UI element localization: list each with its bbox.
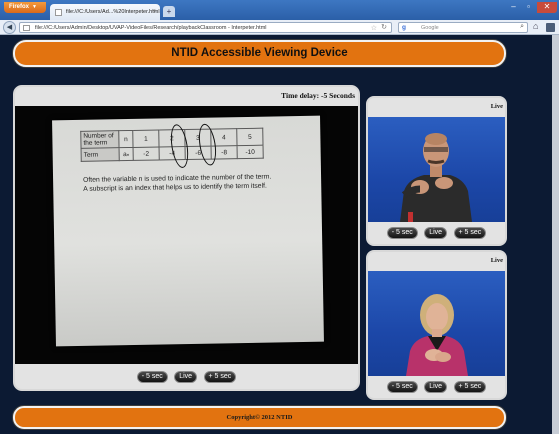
live-label: Live — [490, 103, 503, 110]
rewind-5-sec-button[interactable]: - 5 sec — [386, 227, 418, 239]
live-button[interactable]: Live — [424, 381, 448, 393]
browser-tab[interactable]: file:///C:/Users/Ad...%20Interpeter.html… — [50, 4, 160, 20]
table-cell: Term — [81, 147, 120, 162]
page-title: NTID Accessible Viewing Device — [13, 40, 506, 67]
tab-title: file:///C:/Users/Ad...%20Interpeter.html — [66, 9, 160, 15]
main-video-controls: - 5 sec Live + 5 sec — [15, 371, 358, 389]
search-icon[interactable]: ⌕ — [520, 23, 524, 31]
address-bar[interactable]: file:///C:/Users/Admin/Desktop/UVAP-Vide… — [19, 22, 392, 33]
table-cell: -2 — [133, 146, 160, 161]
interpreter-2-controls: - 5 sec Live + 5 sec — [368, 381, 505, 398]
forward-5-sec-button[interactable]: + 5 sec — [203, 371, 237, 383]
main-video-panel: Time delay: -5 Seconds Number of the ter… — [13, 85, 360, 391]
classroom-video[interactable]: Number of the term n 1 2 3 4 5 Term aₙ -… — [15, 106, 358, 364]
back-arrow-icon[interactable]: ◀ — [3, 21, 16, 34]
bookmarks-icon[interactable] — [546, 23, 555, 32]
window-close-icon[interactable]: ✕ — [537, 2, 557, 13]
home-icon[interactable]: ⌂ — [533, 21, 538, 31]
search-placeholder: Google — [421, 25, 439, 31]
page-icon — [55, 9, 62, 16]
table-cell: -10 — [237, 145, 264, 159]
url-text: file:///C:/Users/Admin/Desktop/UVAP-Vide… — [35, 25, 267, 31]
forward-5-sec-button[interactable]: + 5 sec — [453, 381, 487, 393]
table-cell: n — [118, 130, 134, 148]
firefox-menu-label: Firefox — [9, 4, 30, 10]
firefox-menu-button[interactable]: Firefox ▼ — [4, 2, 46, 13]
browser-tab-bar: Firefox ▼ file:///C:/Users/Ad...%20Interp… — [0, 0, 559, 20]
board-text: Often the variable n is used to indicate… — [83, 173, 293, 194]
table-cell: aₙ — [119, 147, 134, 161]
time-delay-label: Time delay: -5 Seconds — [281, 91, 355, 100]
table-cell: 1 — [132, 129, 160, 148]
rewind-5-sec-button[interactable]: - 5 sec — [386, 381, 418, 393]
reload-icon[interactable]: ↻ — [381, 23, 387, 31]
browser-nav-bar: ◀ file:///C:/Users/Admin/Desktop/UVAP-Vi… — [0, 20, 559, 35]
bookmark-star-icon[interactable]: ☆ — [371, 24, 377, 32]
page-body: NTID Accessible Viewing Device Time dela… — [0, 35, 559, 434]
live-label: Live — [490, 257, 503, 264]
table-cell: Number of the term — [80, 130, 120, 149]
scrollbar[interactable] — [552, 35, 559, 434]
interpreter-video-2[interactable] — [368, 271, 505, 376]
interpreter-male-figure — [400, 133, 472, 222]
live-button[interactable]: Live — [424, 227, 448, 239]
interpreter-1-controls: - 5 sec Live + 5 sec — [368, 227, 505, 244]
interpreter-panel-1: Live - 5 sec Live + 5 sec — [366, 96, 507, 246]
forward-5-sec-button[interactable]: + 5 sec — [453, 227, 487, 239]
live-button[interactable]: Live — [174, 371, 198, 383]
table-cell: 5 — [236, 128, 264, 146]
interpreter-video-1[interactable] — [368, 117, 505, 222]
search-input[interactable]: g Google ⌕ — [398, 22, 528, 33]
rewind-5-sec-button[interactable]: - 5 sec — [136, 371, 168, 383]
page-icon — [23, 25, 30, 31]
maximize-icon[interactable]: ▫ — [521, 2, 536, 13]
new-tab-button[interactable]: + — [163, 6, 175, 17]
interpreter-panel-2: Live - 5 sec Live + 5 sec — [366, 250, 507, 400]
interpreter-female-figure — [406, 294, 468, 376]
minimize-icon[interactable]: – — [506, 2, 521, 13]
chevron-down-icon: ▼ — [32, 4, 37, 10]
whiteboard-image: Number of the term n 1 2 3 4 5 Term aₙ -… — [52, 115, 324, 347]
copyright-footer: Copyright© 2012 NTID — [13, 406, 506, 429]
close-icon[interactable]: × — [152, 8, 156, 15]
google-icon[interactable]: g — [402, 24, 406, 31]
